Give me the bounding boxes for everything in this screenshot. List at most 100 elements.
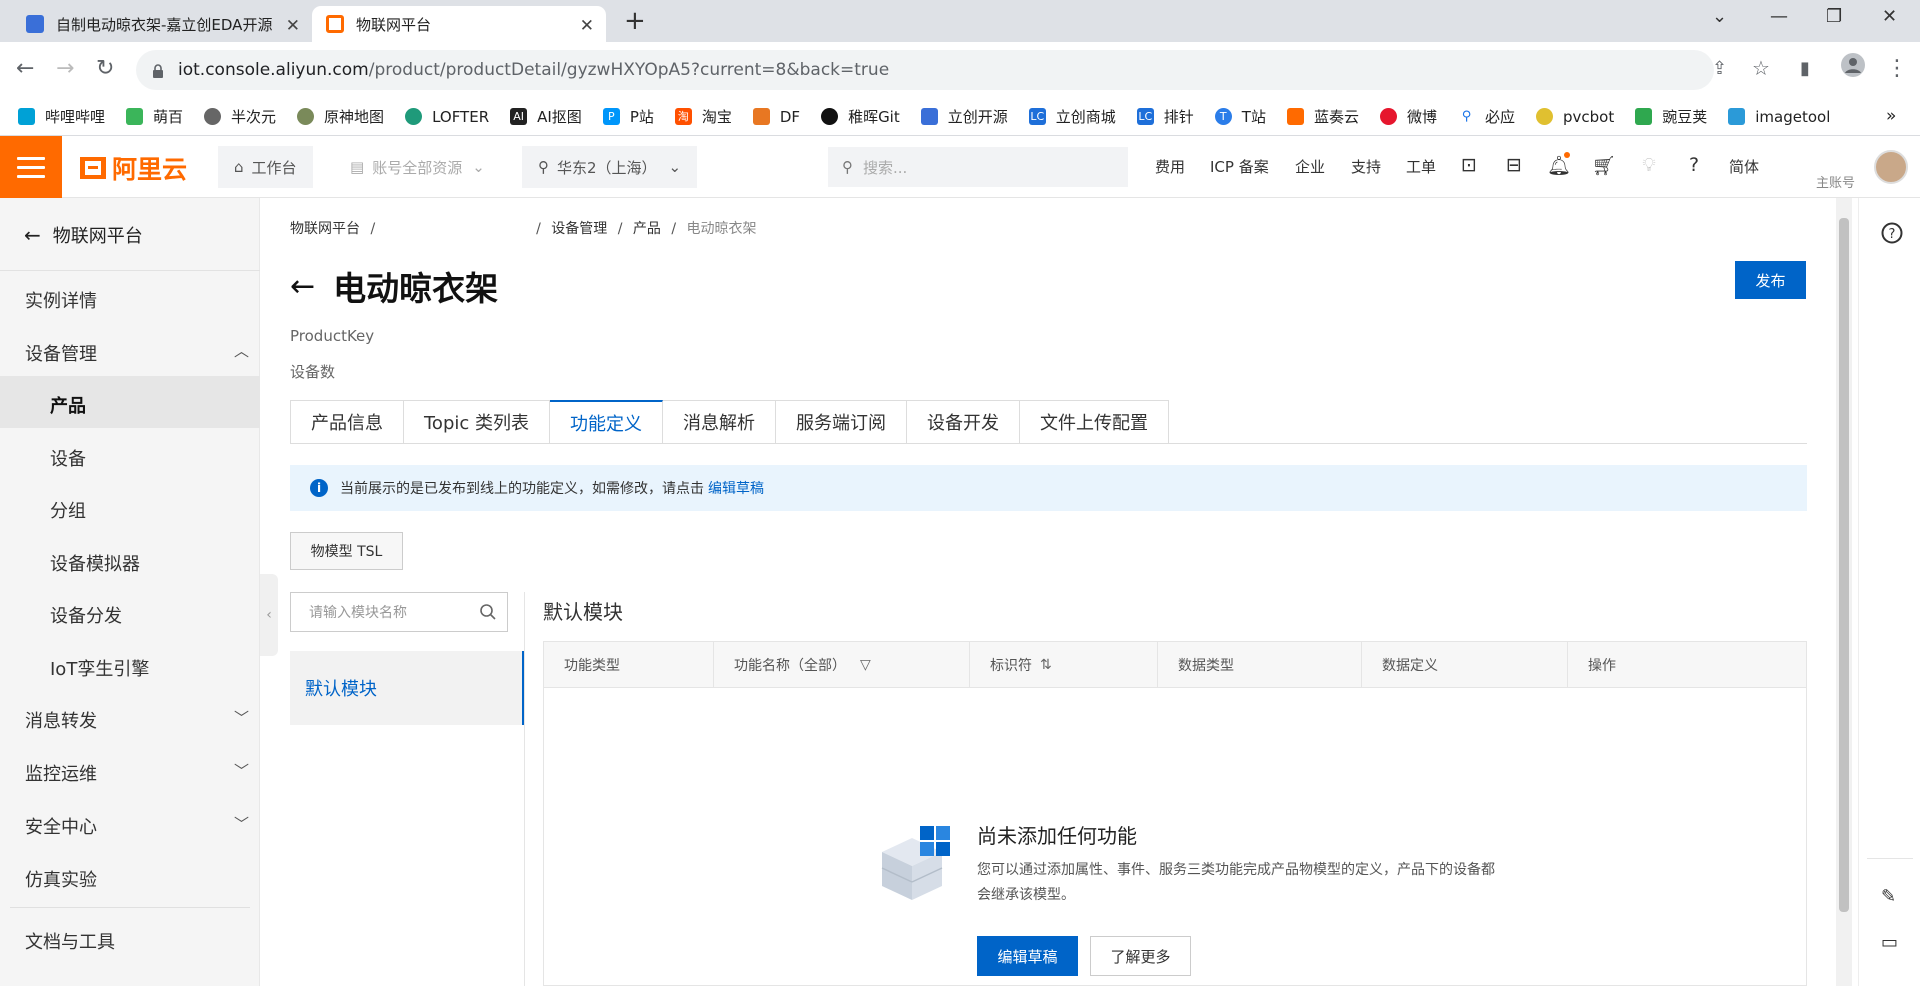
- tab-function-definition[interactable]: 功能定义: [550, 400, 663, 444]
- menu-icon[interactable]: ⋮: [1886, 56, 1908, 81]
- header-link-billing[interactable]: 费用: [1155, 156, 1185, 177]
- language-select[interactable]: 简体: [1729, 156, 1759, 177]
- bookmark-ai-cutout[interactable]: AI AI抠图: [510, 106, 582, 127]
- sort-icon[interactable]: ⇅: [1040, 657, 1052, 673]
- bookmark-bcy[interactable]: 半次元: [204, 106, 276, 127]
- publish-button[interactable]: 发布: [1735, 261, 1806, 299]
- edit-draft-button[interactable]: 编辑草稿: [977, 936, 1078, 976]
- tab-server-subscription[interactable]: 服务端订阅: [776, 400, 907, 444]
- cart-icon[interactable]: 🛒︎: [1592, 154, 1616, 178]
- bookmark-taobao[interactable]: 淘淘宝: [674, 106, 732, 127]
- sidebar-item-message-forward[interactable]: 消息转发: [25, 707, 97, 733]
- column-header-sortable[interactable]: 标识符 ⇅: [970, 642, 1158, 688]
- bookmark-df[interactable]: DF: [752, 108, 800, 126]
- workbench-button[interactable]: ⌂ 工作台: [218, 146, 313, 188]
- sidebar-collapse-handle[interactable]: ‹: [260, 574, 278, 656]
- sidebar-item-simulation-lab[interactable]: 仿真实验: [25, 866, 97, 892]
- sidebar-item-instance[interactable]: 实例详情: [25, 287, 97, 313]
- reload-icon[interactable]: ↻: [96, 56, 114, 81]
- module-list-item-active[interactable]: 默认模块: [290, 651, 524, 725]
- header-link-ticket[interactable]: 工单: [1406, 156, 1436, 177]
- region-select[interactable]: ⚲ 华东2（上海） ⌄: [522, 146, 698, 188]
- bookmark-lcsc[interactable]: LC 立创商城: [1028, 106, 1116, 127]
- header-link-enterprise[interactable]: 企业: [1295, 156, 1325, 177]
- api-icon[interactable]: ⊡: [1457, 154, 1481, 178]
- bookmarks-more-icon[interactable]: »: [1886, 106, 1896, 126]
- bookmark-pvcbot[interactable]: pvcbot: [1536, 108, 1614, 126]
- filter-icon[interactable]: ▽: [860, 657, 871, 673]
- terminal-icon[interactable]: ⊟: [1502, 154, 1526, 178]
- browser-tab[interactable]: 自制电动晾衣架-嘉立创EDA开源 ✕: [12, 6, 312, 42]
- bookmark-oshwhub[interactable]: 立创开源: [920, 106, 1008, 127]
- sidebar-item-device-mgmt[interactable]: 设备管理: [25, 340, 97, 366]
- breadcrumb-item[interactable]: 物联网平台: [290, 221, 360, 237]
- column-header-filterable[interactable]: 功能名称（全部） ▽: [714, 642, 970, 688]
- bookmark-wandoujia[interactable]: 豌豆荚: [1635, 106, 1707, 127]
- side-panel-icon[interactable]: ▮: [1800, 58, 1810, 79]
- avatar[interactable]: [1874, 150, 1908, 184]
- sidebar-item-group[interactable]: 分组: [50, 497, 86, 523]
- chat-icon[interactable]: ▭: [1881, 932, 1898, 953]
- breadcrumb-item[interactable]: 设备管理: [551, 221, 607, 237]
- sidebar-item-security[interactable]: 安全中心: [25, 813, 97, 839]
- share-icon[interactable]: ⇪: [1712, 58, 1727, 79]
- edit-draft-link[interactable]: 编辑草稿: [708, 478, 764, 498]
- window-close-icon[interactable]: ✕: [1882, 6, 1897, 27]
- chevron-down-icon[interactable]: ﹀: [234, 707, 249, 728]
- bookmark-genshin-map[interactable]: 原神地图: [297, 106, 384, 127]
- tsl-button[interactable]: 物模型 TSL: [290, 532, 403, 570]
- help-icon[interactable]: ?: [1682, 154, 1706, 178]
- restore-icon[interactable]: ❐: [1826, 6, 1842, 27]
- browser-tab-active[interactable]: 物联网平台 ✕: [312, 6, 606, 42]
- tab-file-upload-config[interactable]: 文件上传配置: [1020, 400, 1169, 444]
- sidebar-item-monitoring[interactable]: 监控运维: [25, 760, 97, 786]
- bookmark-t-site[interactable]: T T站: [1214, 106, 1266, 127]
- bookmark-lofter[interactable]: LOFTER: [405, 108, 489, 126]
- console-search-input[interactable]: ⚲ 搜索...: [828, 147, 1128, 187]
- bookmark-pixiv[interactable]: P P站: [602, 106, 654, 127]
- bookmark-lanzou[interactable]: 蓝奏云: [1286, 106, 1359, 127]
- chevron-up-icon[interactable]: ︿: [234, 340, 249, 361]
- bookmark-imagetool[interactable]: imagetool: [1728, 108, 1830, 126]
- module-search-input[interactable]: 请输入模块名称: [290, 592, 508, 632]
- bookmark-pin-header[interactable]: LC 排针: [1136, 106, 1194, 127]
- aliyun-logo[interactable]: 阿里云: [80, 150, 187, 186]
- edit-icon[interactable]: ✎: [1881, 886, 1896, 907]
- bookmark-github[interactable]: 稚晖Git: [821, 106, 900, 127]
- bookmark-moegirl[interactable]: 萌百: [126, 106, 183, 127]
- close-icon[interactable]: ✕: [580, 16, 594, 36]
- url-field[interactable]: iot.console.aliyun.com/product/productDe…: [136, 50, 1714, 90]
- back-icon[interactable]: ←: [16, 56, 34, 81]
- learn-more-button[interactable]: 了解更多: [1090, 936, 1191, 976]
- tab-search-icon[interactable]: ⌄: [1712, 6, 1727, 27]
- forward-icon[interactable]: →: [56, 56, 74, 81]
- bookmark-bing[interactable]: ⚲ 必应: [1458, 106, 1515, 127]
- bookmark-bilibili[interactable]: 哔哩哔哩: [18, 106, 105, 127]
- minimize-icon[interactable]: —: [1770, 6, 1788, 27]
- breadcrumb-item[interactable]: 产品: [633, 221, 661, 237]
- lightbulb-icon[interactable]: 💡︎: [1637, 154, 1661, 178]
- tab-device-development[interactable]: 设备开发: [907, 400, 1020, 444]
- help-circle-icon[interactable]: ?: [1881, 222, 1903, 249]
- sidebar-item-simulator[interactable]: 设备模拟器: [50, 550, 140, 576]
- bell-icon[interactable]: 🔔︎: [1547, 152, 1571, 178]
- profile-icon[interactable]: [1840, 52, 1866, 84]
- arrow-left-icon[interactable]: ←: [290, 269, 315, 304]
- tab-message-parsing[interactable]: 消息解析: [663, 400, 776, 444]
- sidebar-item-distribution[interactable]: 设备分发: [50, 602, 122, 628]
- sidebar-item-device[interactable]: 设备: [50, 445, 86, 471]
- header-link-support[interactable]: 支持: [1351, 156, 1381, 177]
- tab-topic-list[interactable]: Topic 类列表: [404, 400, 550, 444]
- sidebar-item-twin-engine[interactable]: IoT孪生引擎: [50, 655, 149, 681]
- tab-product-info[interactable]: 产品信息: [290, 400, 404, 444]
- header-link-icp[interactable]: ICP 备案: [1210, 156, 1269, 177]
- sidebar-back-link[interactable]: ← 物联网平台: [24, 222, 143, 248]
- bookmark-weibo[interactable]: 微博: [1379, 106, 1437, 127]
- search-icon[interactable]: [479, 603, 497, 625]
- scrollbar[interactable]: [1836, 198, 1852, 986]
- resource-group-select[interactable]: ▤ 账号全部资源 ⌄: [334, 146, 501, 188]
- sidebar-item-docs-tools[interactable]: 文档与工具: [25, 928, 115, 954]
- new-tab-icon[interactable]: +: [624, 6, 646, 36]
- chevron-down-icon[interactable]: ﹀: [234, 760, 249, 781]
- sidebar-item-product[interactable]: 产品: [50, 392, 86, 418]
